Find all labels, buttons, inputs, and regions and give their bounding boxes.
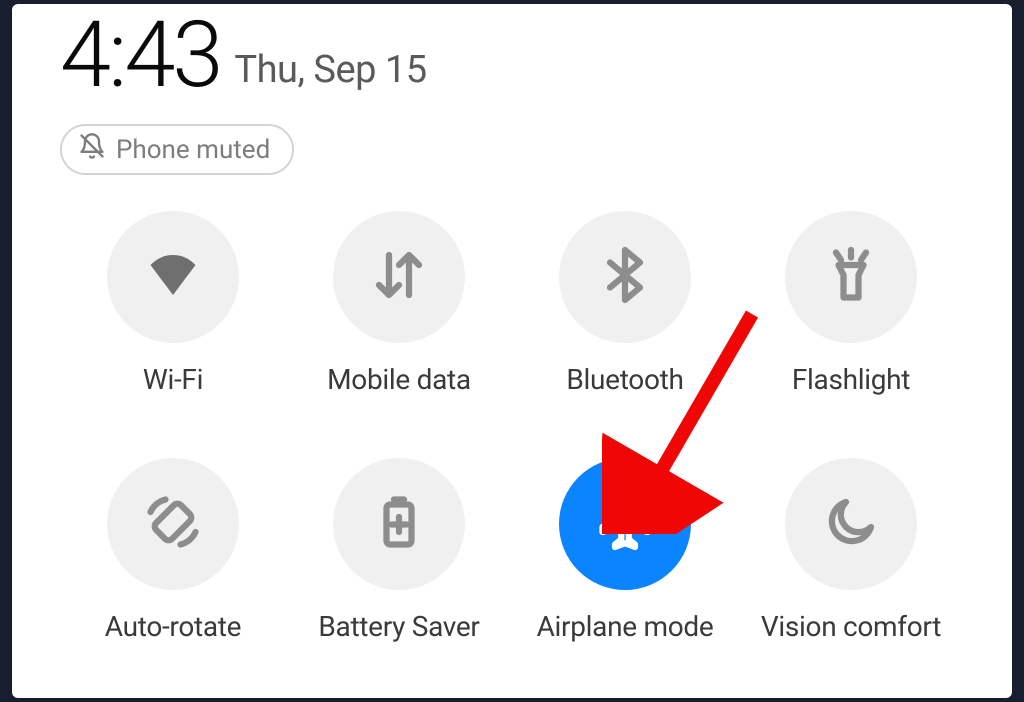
quick-settings-tiles: Wi-Fi Mobile data: [60, 211, 964, 643]
tile-vision-comfort: Vision comfort: [738, 458, 964, 643]
auto-rotate-toggle[interactable]: [107, 458, 239, 590]
tile-airplane-mode: Airplane mode: [512, 458, 738, 643]
mobile-data-icon: [369, 245, 429, 309]
bell-muted-icon: [78, 132, 106, 167]
clock-time: 4:43: [60, 10, 220, 102]
auto-rotate-icon: [143, 492, 203, 556]
tile-label: Flashlight: [792, 363, 910, 396]
airplane-mode-toggle[interactable]: [559, 458, 691, 590]
flashlight-icon: [821, 245, 881, 309]
battery-saver-icon: [369, 492, 429, 556]
airplane-icon: [595, 492, 655, 556]
tile-mobile-data: Mobile data: [286, 211, 512, 396]
mute-status-pill[interactable]: Phone muted: [60, 124, 294, 175]
tile-bluetooth: Bluetooth: [512, 211, 738, 396]
tile-flashlight: Flashlight: [738, 211, 964, 396]
tile-label: Bluetooth: [566, 363, 683, 396]
vision-comfort-toggle[interactable]: [785, 458, 917, 590]
mobile-data-toggle[interactable]: [333, 211, 465, 343]
bluetooth-toggle[interactable]: [559, 211, 691, 343]
tile-label: Auto-rotate: [105, 610, 241, 643]
battery-saver-toggle[interactable]: [333, 458, 465, 590]
tile-wifi: Wi-Fi: [60, 211, 286, 396]
tile-label: Vision comfort: [761, 610, 941, 643]
tile-auto-rotate: Auto-rotate: [60, 458, 286, 643]
tile-label: Airplane mode: [537, 610, 714, 643]
moon-icon: [821, 492, 881, 556]
bluetooth-icon: [595, 245, 655, 309]
flashlight-toggle[interactable]: [785, 211, 917, 343]
quick-settings-panel: 4:43 Thu, Sep 15 Phone muted Wi-Fi: [12, 4, 1012, 698]
wifi-toggle[interactable]: [107, 211, 239, 343]
clock-date: Thu, Sep 15: [234, 48, 426, 92]
wifi-icon: [143, 245, 203, 309]
status-header: 4:43 Thu, Sep 15: [60, 4, 964, 102]
tile-battery-saver: Battery Saver: [286, 458, 512, 643]
tile-label: Mobile data: [327, 363, 471, 396]
tile-label: Battery Saver: [318, 610, 479, 643]
tile-label: Wi-Fi: [143, 363, 203, 396]
mute-status-label: Phone muted: [116, 135, 270, 165]
